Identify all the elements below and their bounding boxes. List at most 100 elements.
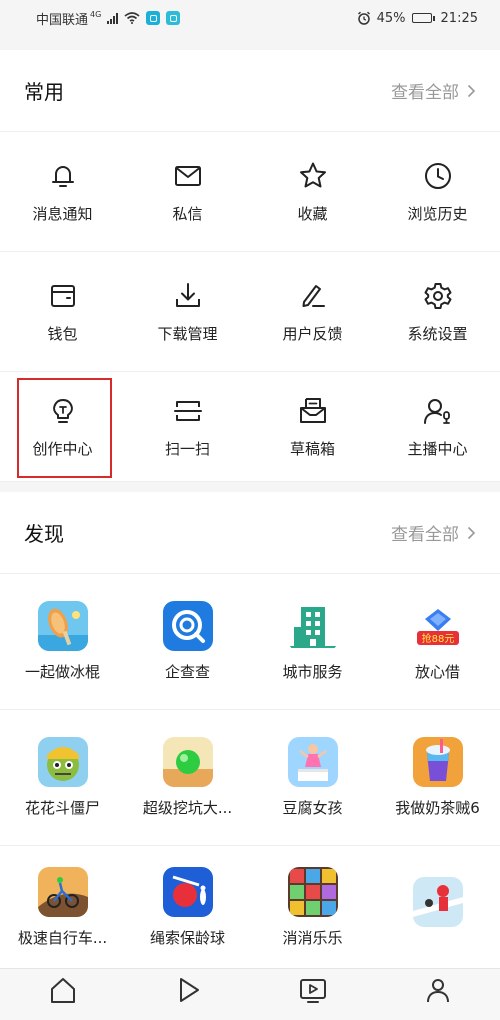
milk-tea-game-icon (412, 737, 463, 787)
bowling-game-icon (162, 866, 213, 917)
menu-item-label: 用户反馈 (282, 325, 343, 343)
battery-icon (411, 13, 435, 23)
gear-icon (421, 279, 455, 313)
bell-icon (46, 159, 80, 193)
star-icon (296, 159, 330, 193)
see-all-link[interactable]: 查看全部 (391, 78, 476, 103)
app-label: 绳索保龄球 (149, 928, 225, 947)
menu-item-label: 草稿箱 (289, 440, 335, 458)
chevron-right-icon (467, 526, 476, 539)
city-building-icon (287, 601, 338, 651)
menu-item-label: 扫一扫 (164, 440, 210, 458)
pen-icon (296, 279, 330, 313)
alarm-icon (357, 11, 370, 25)
menu-item-label: 下载管理 (157, 325, 218, 343)
qichacha-app-icon (162, 601, 213, 651)
highlight-box (17, 378, 112, 478)
clock-icon (421, 159, 455, 193)
network-type: 4G (90, 9, 102, 19)
menu-item-history[interactable]: 浏览历史 (375, 132, 500, 251)
menu-item-downloads[interactable]: 下载管理 (125, 252, 250, 371)
menu-item-scan[interactable]: 扫一扫 (125, 372, 250, 481)
app-item-tofu-girl[interactable]: 豆腐女孩 (250, 710, 375, 845)
tab-video[interactable] (125, 969, 250, 1020)
loan-app-icon: 抢88元 (412, 601, 463, 651)
wifi-icon (124, 12, 140, 24)
drafts-icon (296, 394, 330, 428)
app-item-bike-game[interactable]: 极速自行车... (0, 846, 125, 968)
tab-profile[interactable] (375, 969, 500, 1020)
menu-item-drafts[interactable]: 草稿箱 (250, 372, 375, 481)
dig-game-icon (162, 737, 213, 787)
menu-item-label: 主播中心 (407, 440, 468, 458)
see-all-label: 查看全部 (391, 83, 459, 103)
app-label: 一起做冰棍 (24, 663, 100, 681)
bike-game-icon (37, 866, 88, 917)
bottom-tab-bar (0, 968, 500, 1020)
menu-item-settings[interactable]: 系统设置 (375, 252, 500, 371)
app-item-loan[interactable]: 抢88元 放心借 (375, 574, 500, 709)
match-game-icon (287, 866, 338, 917)
app-label: 我做奶茶贼6 (395, 799, 480, 817)
notification-app-icon (146, 11, 161, 25)
wallet-icon (46, 279, 80, 313)
menu-item-label: 系统设置 (407, 325, 468, 343)
menu-item-messages[interactable]: 私信 (125, 132, 250, 251)
see-all-link[interactable]: 查看全部 (391, 520, 476, 545)
mail-icon (171, 159, 205, 193)
app-item-qichacha[interactable]: 企查查 (125, 574, 250, 709)
home-icon (50, 978, 75, 1003)
section-title: 常用 (24, 80, 64, 104)
menu-item-label: 浏览历史 (407, 205, 468, 223)
common-header: 常用 查看全部 (0, 50, 500, 132)
common-section: 常用 查看全部 消息通知 私信 收藏 浏览历史 钱包 下载管理 用户反馈 系统设… (0, 50, 500, 482)
app-item-milk-tea[interactable]: 我做奶茶贼6 (375, 710, 500, 845)
tv-play-icon (299, 979, 326, 1003)
menu-item-label: 私信 (172, 205, 203, 223)
menu-item-label: 消息通知 (32, 205, 93, 223)
app-label: 花花斗僵尸 (24, 799, 100, 817)
notification-app-icon (166, 11, 181, 25)
carrier-name: 中国联通 (36, 12, 89, 28)
app-item-match-game[interactable]: 消消乐乐 (250, 846, 375, 968)
tofu-girl-game-icon (287, 737, 338, 787)
download-icon (171, 279, 205, 313)
signal-icon (107, 12, 119, 24)
loan-badge-text: 抢88元 (421, 632, 454, 645)
discover-section: 发现 查看全部 一起做冰棍 企查查 城市服务 抢88元 放心借 花花斗僵尸 超级… (0, 492, 500, 968)
section-title: 发现 (24, 522, 64, 546)
menu-item-feedback[interactable]: 用户反馈 (250, 252, 375, 371)
app-label: 消消乐乐 (282, 928, 343, 947)
app-item-puzzle-game[interactable] (375, 846, 500, 968)
app-item-bowling[interactable]: 绳索保龄球 (125, 846, 250, 968)
menu-item-wallet[interactable]: 钱包 (0, 252, 125, 371)
scan-icon (171, 394, 205, 428)
puzzle-game-icon (412, 877, 463, 927)
status-bar: 中国联通 4G 45% 21:25 (0, 0, 500, 36)
battery-percent: 45% (376, 10, 406, 26)
discover-header: 发现 查看全部 (0, 492, 500, 574)
menu-item-notifications[interactable]: 消息通知 (0, 132, 125, 251)
app-label: 超级挖坑大... (142, 799, 233, 817)
app-item-zombie-game[interactable]: 花花斗僵尸 (0, 710, 125, 845)
see-all-label: 查看全部 (391, 525, 459, 545)
chevron-right-icon (467, 84, 476, 97)
profile-icon (426, 979, 449, 1003)
popsicle-app-icon (37, 601, 88, 651)
menu-item-label: 收藏 (297, 205, 328, 223)
app-item-city-service[interactable]: 城市服务 (250, 574, 375, 709)
app-label: 城市服务 (282, 663, 343, 681)
app-item-popsicle[interactable]: 一起做冰棍 (0, 574, 125, 709)
anchor-user-icon (421, 394, 455, 428)
app-label: 极速自行车... (17, 928, 108, 947)
tab-home[interactable] (0, 969, 125, 1020)
app-label: 豆腐女孩 (282, 799, 343, 817)
menu-item-label: 钱包 (47, 325, 78, 343)
tab-tv[interactable] (250, 969, 375, 1020)
menu-item-favorites[interactable]: 收藏 (250, 132, 375, 251)
menu-item-anchor-center[interactable]: 主播中心 (375, 372, 500, 481)
clock-time: 21:25 (440, 10, 478, 26)
app-item-dig-game[interactable]: 超级挖坑大... (125, 710, 250, 845)
app-label: 企查查 (164, 663, 210, 681)
zombie-game-icon (37, 737, 88, 787)
